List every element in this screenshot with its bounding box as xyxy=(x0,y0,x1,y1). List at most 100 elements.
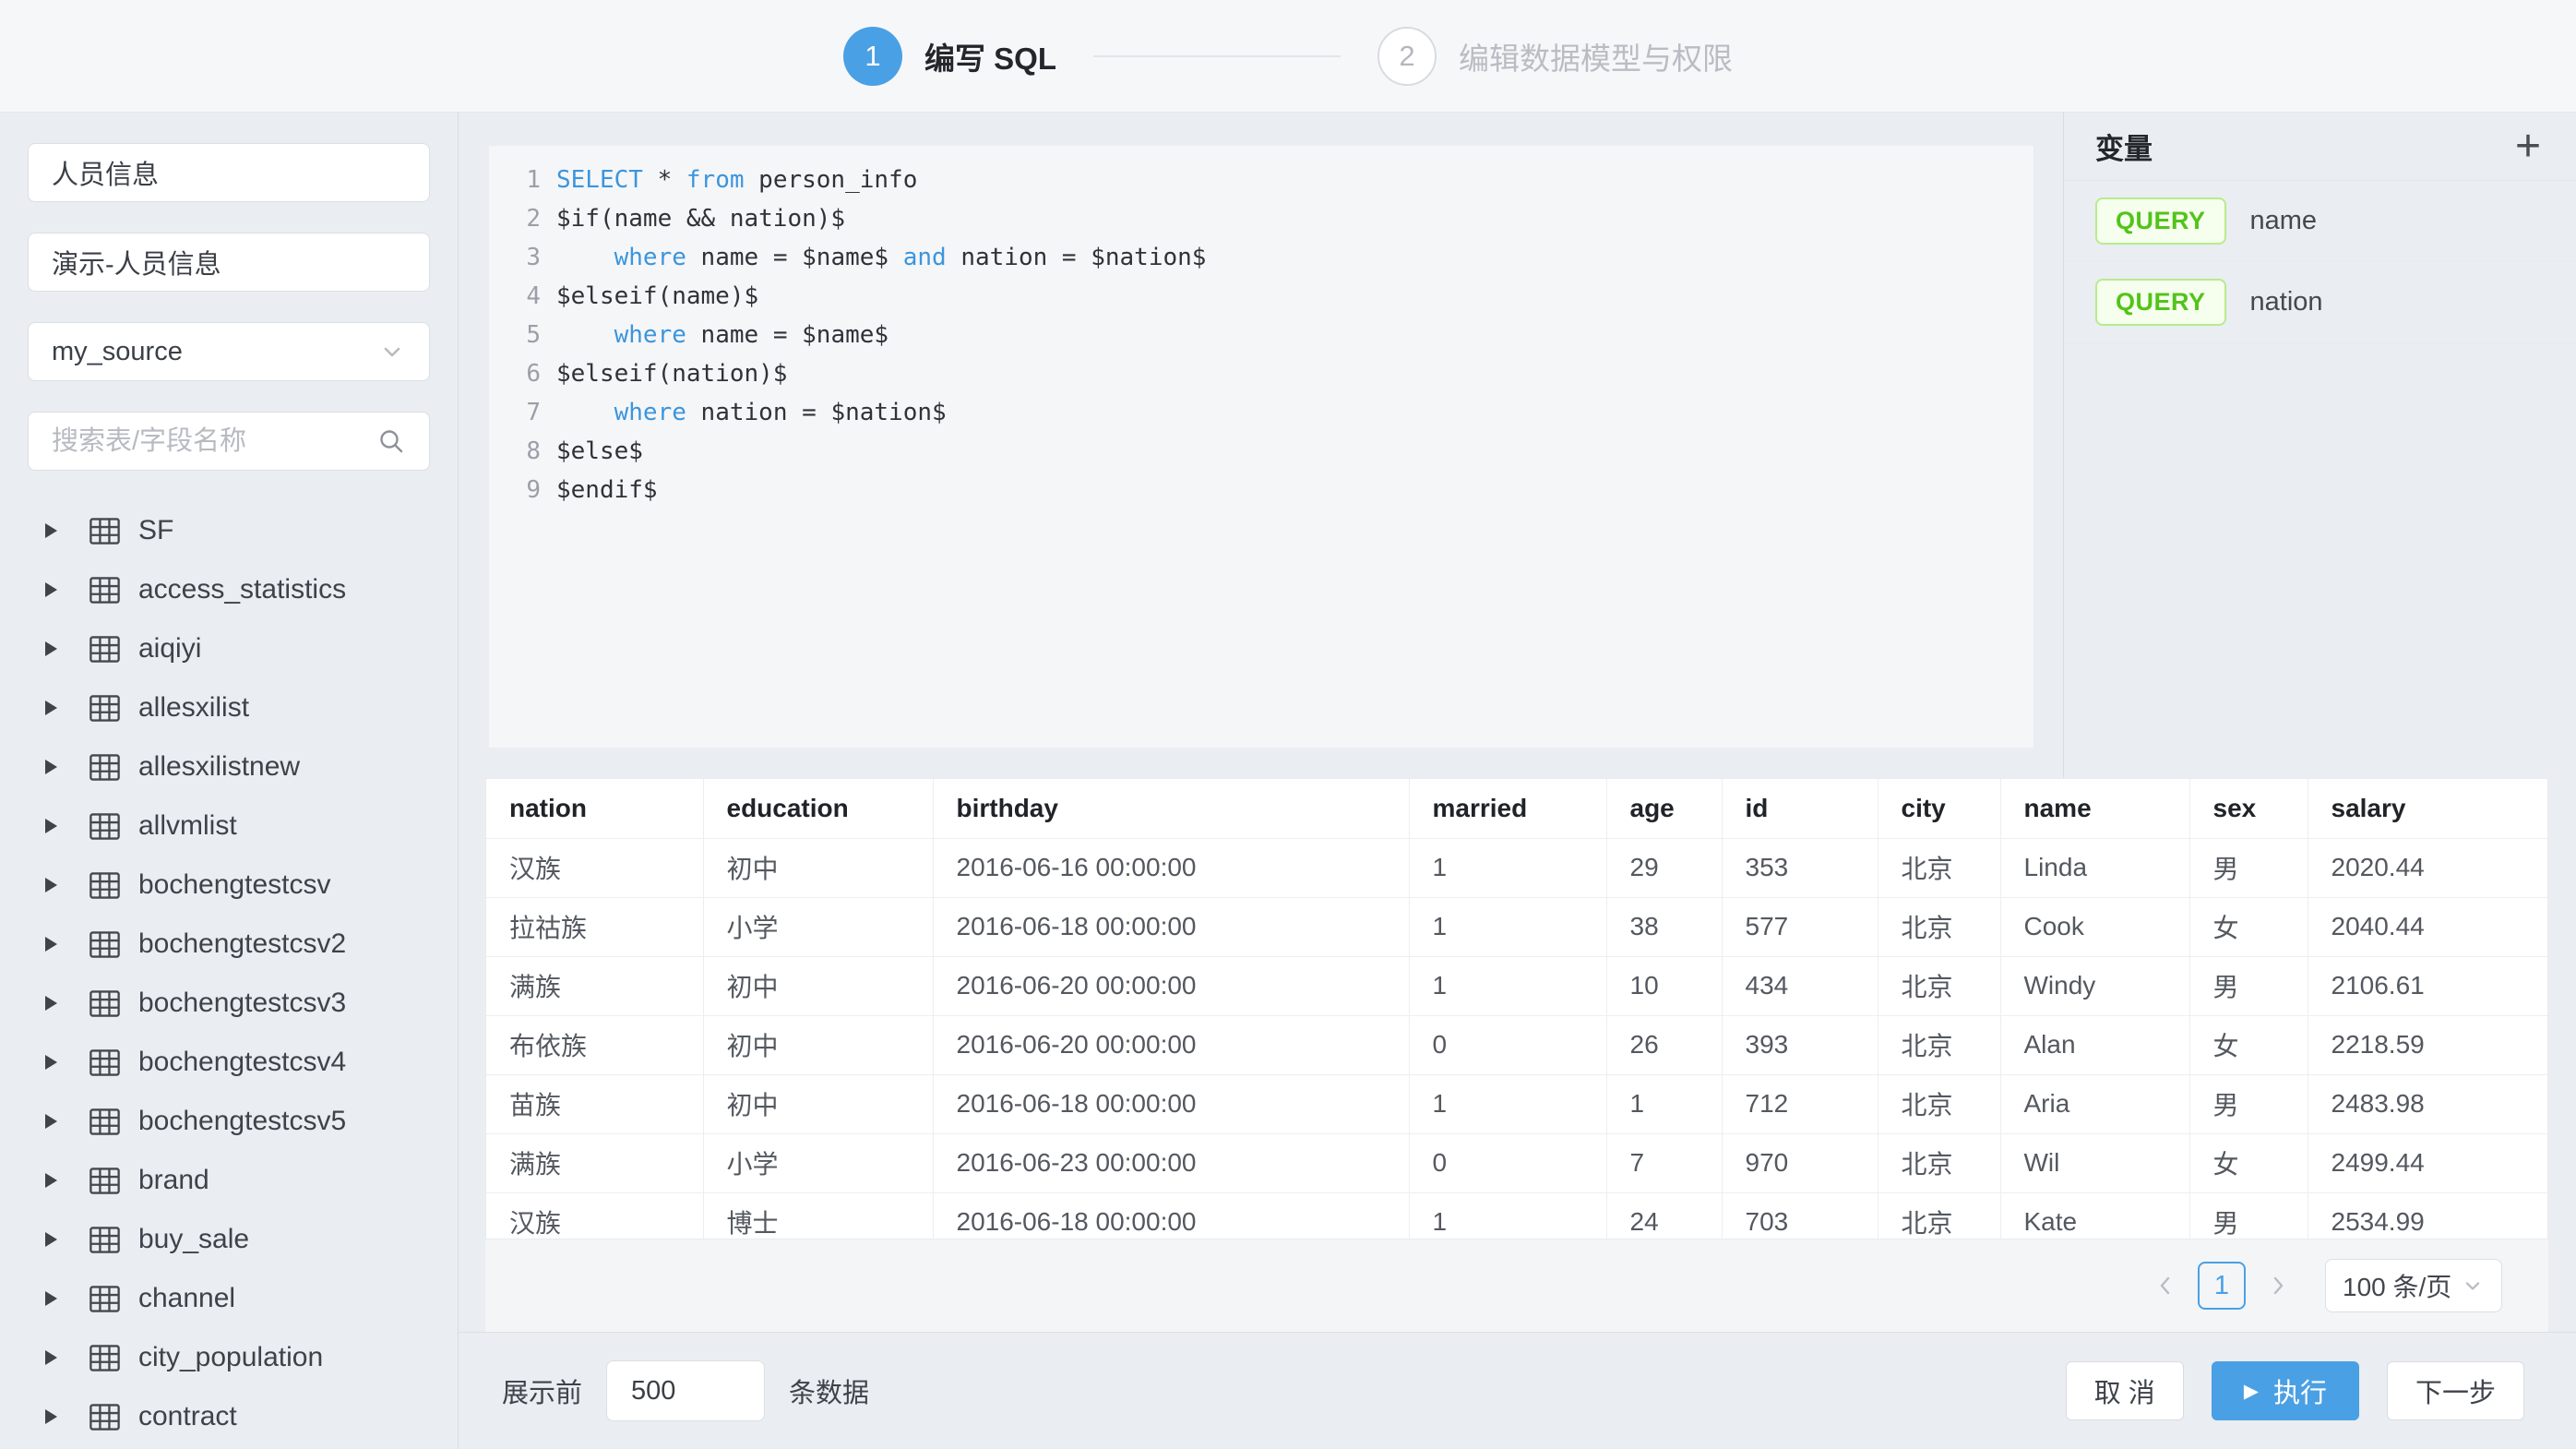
table-tree-item[interactable]: brand xyxy=(0,1151,458,1210)
page-size-value: 100 条/页 xyxy=(2343,1267,2451,1304)
step-1-label: 编写 SQL xyxy=(924,34,1056,78)
page-size-select[interactable]: 100 条/页 xyxy=(2325,1259,2502,1312)
main-area: 1SELECT * from person_info2$if(name && n… xyxy=(459,113,2576,1449)
column-header: sex xyxy=(2189,779,2308,838)
table-cell: 初中 xyxy=(703,1074,933,1133)
table-grid-icon xyxy=(89,577,120,604)
prev-page-button[interactable] xyxy=(2153,1274,2177,1298)
table-cell: 2534.99 xyxy=(2308,1192,2548,1239)
variable-row[interactable]: QUERYnation xyxy=(2064,262,2576,343)
step-2-edit-model[interactable]: 2 编辑数据模型与权限 xyxy=(1377,27,1733,86)
dataset-name-input[interactable] xyxy=(52,158,406,188)
table-cell: 7 xyxy=(1606,1133,1722,1192)
code-line: 4$elseif(name)$ xyxy=(489,277,2033,316)
run-button[interactable]: ▶ 执行 xyxy=(2212,1361,2359,1420)
caret-right-icon xyxy=(45,641,57,656)
action-buttons: 取 消 ▶ 执行 下一步 xyxy=(2066,1361,2524,1420)
table-tree-item[interactable]: allesxilistnew xyxy=(0,737,458,796)
caret-right-icon xyxy=(45,760,57,774)
line-number: 6 xyxy=(489,354,541,393)
table-tree-item[interactable]: allvmlist xyxy=(0,796,458,856)
datasource-select[interactable]: my_source xyxy=(28,322,430,381)
tables-sidebar: my_source SFaccess_statisticsaiqiyialles… xyxy=(0,113,459,1449)
table-cell: 男 xyxy=(2189,956,2308,1015)
datasource-selected-value: my_source xyxy=(52,337,367,367)
column-header: name xyxy=(2000,779,2189,838)
variables-header: 变量 + xyxy=(2064,113,2576,181)
add-variable-button[interactable]: + xyxy=(2515,125,2541,169)
column-header: education xyxy=(703,779,933,838)
table-name: bochengtestcsv xyxy=(138,869,330,901)
table-cell: Alan xyxy=(2000,1015,2189,1074)
table-grid-icon xyxy=(89,813,120,840)
table-row: 布依族初中2016-06-20 00:00:00026393北京Alan女221… xyxy=(486,1015,2548,1074)
code-line: 6$elseif(nation)$ xyxy=(489,354,2033,393)
caret-right-icon xyxy=(45,1409,57,1424)
line-number: 2 xyxy=(489,199,541,238)
table-cell: 2016-06-20 00:00:00 xyxy=(933,1015,1409,1074)
variable-type-badge: QUERY xyxy=(2095,279,2226,326)
step-1-write-sql[interactable]: 1 编写 SQL xyxy=(843,27,1056,86)
table-row: 满族小学2016-06-23 00:00:0007970北京Wil女2499.4… xyxy=(486,1133,2548,1192)
table-cell: 2016-06-18 00:00:00 xyxy=(933,897,1409,956)
table-name: contract xyxy=(138,1401,237,1432)
results-table-wrap: nationeducationbirthdaymarriedageidcityn… xyxy=(485,778,2548,1239)
row-limit-suffix: 条数据 xyxy=(789,1371,869,1410)
table-search-input[interactable] xyxy=(52,426,365,457)
table-cell: 2499.44 xyxy=(2308,1133,2548,1192)
results-table: nationeducationbirthdaymarriedageidcityn… xyxy=(486,779,2548,1239)
table-tree: SFaccess_statisticsaiqiyiallesxilistalle… xyxy=(0,501,458,1446)
table-grid-icon xyxy=(89,1286,120,1312)
results-panel: nationeducationbirthdaymarriedageidcityn… xyxy=(485,778,2548,1332)
sql-code-editor[interactable]: 1SELECT * from person_info2$if(name && n… xyxy=(489,146,2033,748)
table-tree-item[interactable]: bochengtestcsv5 xyxy=(0,1092,458,1151)
table-tree-item[interactable]: allesxilist xyxy=(0,678,458,737)
table-cell: Aria xyxy=(2000,1074,2189,1133)
cancel-button[interactable]: 取 消 xyxy=(2066,1361,2184,1420)
table-tree-item[interactable]: bochengtestcsv2 xyxy=(0,915,458,974)
bottom-action-bar: 展示前 条数据 取 消 ▶ 执行 下一步 xyxy=(459,1332,2576,1449)
table-cell: 38 xyxy=(1606,897,1722,956)
table-cell: 北京 xyxy=(1878,1133,2000,1192)
table-cell: 小学 xyxy=(703,1133,933,1192)
line-number: 9 xyxy=(489,471,541,509)
row-limit-group: 展示前 条数据 xyxy=(502,1360,869,1421)
next-page-button[interactable] xyxy=(2266,1274,2290,1298)
table-cell: 初中 xyxy=(703,1015,933,1074)
caret-right-icon xyxy=(45,1291,57,1306)
caret-right-icon xyxy=(45,701,57,715)
table-cell: 0 xyxy=(1409,1133,1606,1192)
table-cell: 苗族 xyxy=(486,1074,703,1133)
caret-right-icon xyxy=(45,819,57,833)
table-tree-item[interactable]: channel xyxy=(0,1269,458,1328)
table-tree-item[interactable]: buy_sale xyxy=(0,1210,458,1269)
table-cell: 北京 xyxy=(1878,1192,2000,1239)
table-cell: 男 xyxy=(2189,1192,2308,1239)
chevron-down-icon xyxy=(378,338,406,365)
table-tree-item[interactable]: aiqiyi xyxy=(0,619,458,678)
table-tree-item[interactable]: bochengtestcsv3 xyxy=(0,974,458,1033)
dataset-display-name-input[interactable] xyxy=(52,247,406,278)
row-limit-input[interactable] xyxy=(606,1360,765,1421)
table-cell: 博士 xyxy=(703,1192,933,1239)
code-line: 8$else$ xyxy=(489,432,2033,471)
table-tree-item[interactable]: bochengtestcsv4 xyxy=(0,1033,458,1092)
variable-row[interactable]: QUERYname xyxy=(2064,181,2576,262)
variable-type-badge: QUERY xyxy=(2095,198,2226,245)
table-cell: 女 xyxy=(2189,1133,2308,1192)
table-row: 拉祜族小学2016-06-18 00:00:00138577北京Cook女204… xyxy=(486,897,2548,956)
table-tree-item[interactable]: city_population xyxy=(0,1328,458,1387)
next-step-button[interactable]: 下一步 xyxy=(2387,1361,2524,1420)
table-cell: 26 xyxy=(1606,1015,1722,1074)
table-grid-icon xyxy=(89,1049,120,1076)
caret-right-icon xyxy=(45,1232,57,1247)
table-tree-item[interactable]: access_statistics xyxy=(0,560,458,619)
table-search-field xyxy=(28,412,430,471)
current-page-button[interactable]: 1 xyxy=(2198,1262,2246,1310)
table-cell: Cook xyxy=(2000,897,2189,956)
table-tree-item[interactable]: SF xyxy=(0,501,458,560)
table-tree-item[interactable]: contract xyxy=(0,1387,458,1446)
search-icon xyxy=(376,426,406,456)
table-tree-item[interactable]: bochengtestcsv xyxy=(0,856,458,915)
table-cell: 2016-06-23 00:00:00 xyxy=(933,1133,1409,1192)
